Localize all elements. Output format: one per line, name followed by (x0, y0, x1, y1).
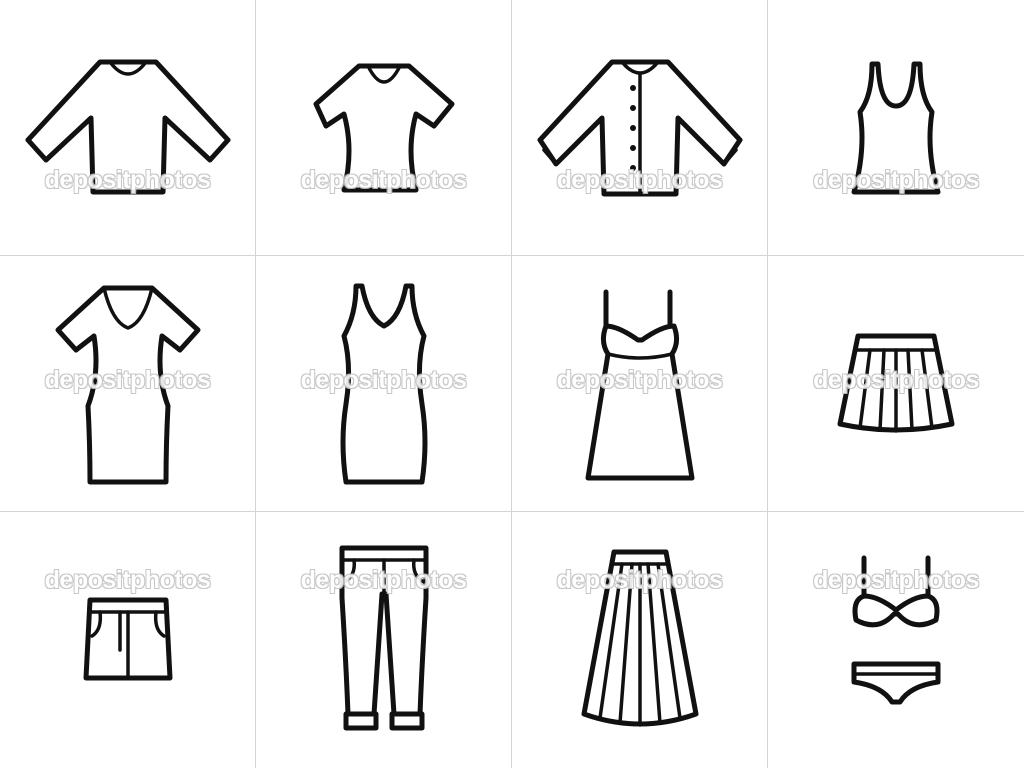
denim-mini-skirt-icon (83, 597, 173, 681)
icon-cell: depositphotos (512, 256, 768, 512)
icon-cell: depositphotos (0, 512, 256, 768)
long-pleated-skirt-icon (581, 549, 699, 727)
icon-cell: depositphotos (0, 256, 256, 512)
bikini-icon (851, 555, 941, 705)
icon-cell: depositphotos (256, 0, 512, 256)
tank-top-icon (851, 61, 941, 195)
long-sleeve-shirt-icon (25, 59, 231, 195)
icon-cell: depositphotos (768, 256, 1024, 512)
icon-grid: depositphotos depositphotos depositphoto… (0, 0, 1024, 768)
pleated-mini-skirt-icon (837, 333, 955, 433)
icon-cell: depositphotos (768, 0, 1024, 256)
jeans-icon (339, 545, 429, 731)
icon-cell: depositphotos (0, 0, 256, 256)
icon-cell: depositphotos (256, 256, 512, 512)
button-cardigan-icon (537, 59, 743, 197)
short-sleeve-tshirt-icon (313, 63, 455, 193)
sleeveless-dress-icon (340, 283, 428, 485)
icon-cell: depositphotos (512, 512, 768, 768)
icon-cell: depositphotos (256, 512, 512, 768)
slip-dress-icon (585, 289, 695, 481)
icon-cell: depositphotos (768, 512, 1024, 768)
icon-cell: depositphotos (512, 0, 768, 256)
short-sleeve-dress-icon (55, 285, 201, 485)
